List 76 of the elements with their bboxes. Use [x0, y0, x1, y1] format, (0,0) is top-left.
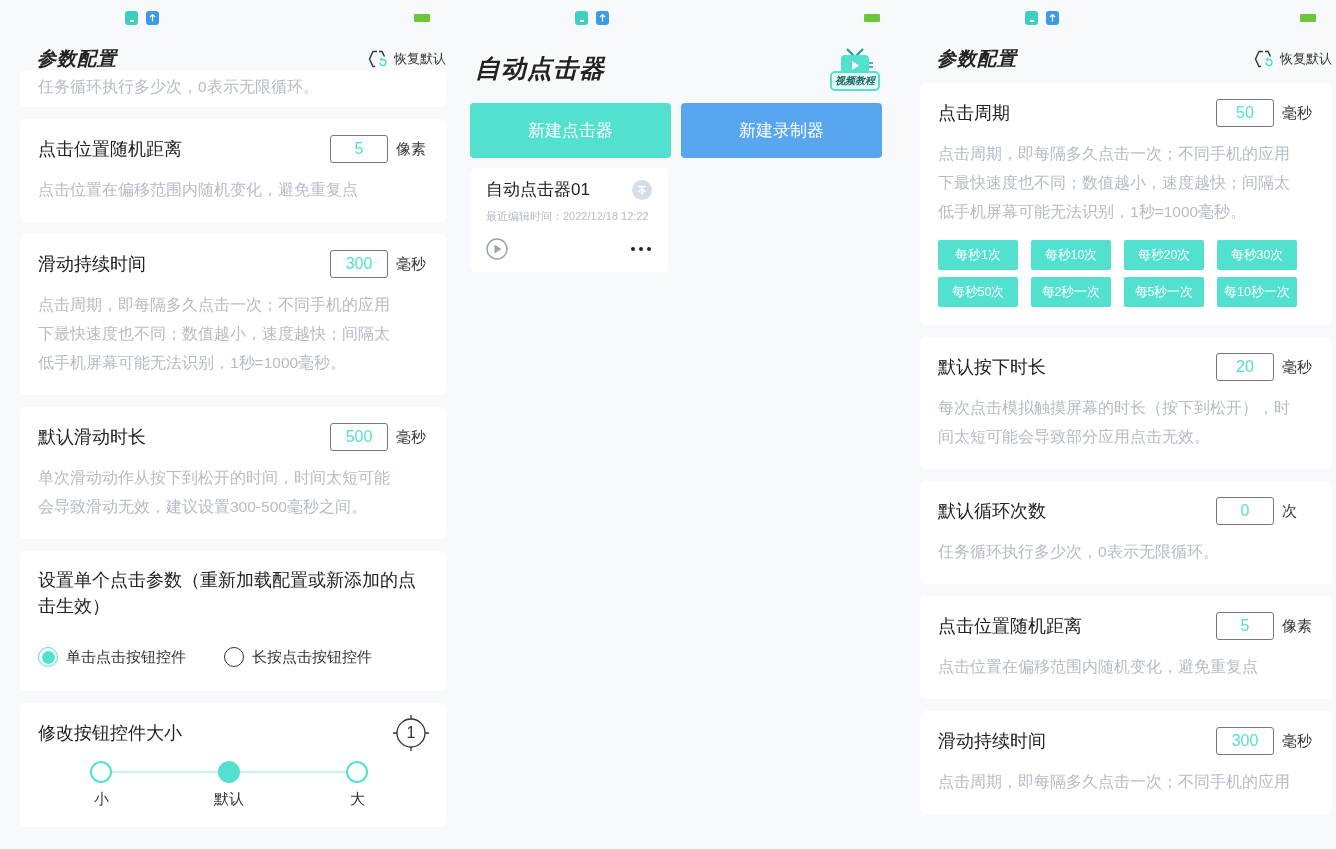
- video-tutorial-logo[interactable]: 视频教程: [830, 47, 880, 91]
- unit-label: 毫秒: [396, 427, 427, 447]
- unit-label: 毫秒: [1282, 357, 1313, 377]
- battery-icon: [414, 13, 430, 22]
- setting-description: 点击位置在偏移范围内随机变化，避免重复点: [38, 180, 359, 200]
- setting-description: 单次滑动动作从按下到松开的时间，时间太短可能会导致滑动无效，建议设置300-500毫秒之间。: [38, 468, 391, 517]
- number-field[interactable]: 50: [1216, 99, 1274, 127]
- size-option[interactable]: [346, 761, 368, 783]
- number-field[interactable]: 5: [1216, 612, 1274, 640]
- setting-description: 点击周期，即每隔多久点击一次；不同手机的应用: [938, 772, 1291, 792]
- number-field[interactable]: 300: [1216, 727, 1274, 755]
- page-title: 参数配置: [36, 47, 117, 71]
- size-label: 大: [349, 790, 365, 809]
- page-title: 参数配置: [936, 47, 1017, 71]
- setting-description: 点击周期，即每隔多久点击一次；不同手机的应用下最快速度也不同；数值越小，速度越快；间隔太低手机屏幕可能无法识别，1秒=1000毫秒。: [938, 144, 1291, 222]
- setting-label: 滑动持续时间: [938, 730, 1047, 753]
- setting-label: 默认按下时长: [938, 356, 1047, 379]
- page-title: 自动点击器: [474, 52, 605, 84]
- number-field[interactable]: 5: [330, 135, 388, 163]
- number-field[interactable]: 500: [330, 423, 388, 451]
- unit-label: 毫秒: [1282, 731, 1313, 751]
- radio-label: 单击点击按钮控件: [66, 647, 186, 667]
- setting-label: 滑动持续时间: [38, 253, 147, 276]
- setting-description: 点击位置在偏移范围内随机变化，避免重复点: [938, 657, 1259, 677]
- setting-description: 每次点击模拟触摸屏幕的时长（按下到松开），时间太短可能会导致部分应用点击无效。: [938, 398, 1291, 447]
- size-option[interactable]: [218, 761, 240, 783]
- refresh-icon: [368, 50, 388, 68]
- preset-button[interactable]: 每5秒一次: [1124, 277, 1204, 307]
- setting-label: 点击位置随机距离: [38, 138, 183, 161]
- upload-icon: [146, 10, 159, 25]
- setting-label: 点击位置随机距离: [938, 615, 1083, 638]
- setting-label: 默认循环次数: [938, 500, 1047, 523]
- number-field[interactable]: 20: [1216, 353, 1274, 381]
- clicker-card[interactable]: 自动点击器01 最近编辑时间：2022/12/18 12:22: [470, 168, 668, 272]
- setting-description: 点击周期，即每隔多久点击一次；不同手机的应用下最快速度也不同；数值越小，速度越快；间隔太低手机屏幕可能无法识别，1秒=1000毫秒。: [38, 295, 391, 373]
- battery-icon: [864, 13, 880, 22]
- setting-description: 任务循环执行多少次，0表示无限循环。: [38, 77, 320, 97]
- radio-label: 长按点击按钮控件: [252, 647, 372, 667]
- play-icon[interactable]: [486, 238, 508, 260]
- reset-button[interactable]: 恢复默认: [1254, 50, 1332, 68]
- preset-button[interactable]: 每秒50次: [938, 277, 1018, 307]
- pin-top-icon[interactable]: [632, 179, 652, 200]
- preset-button[interactable]: 每秒20次: [1124, 240, 1204, 270]
- preset-button[interactable]: 每10秒一次: [1217, 277, 1297, 307]
- setting-label: 点击周期: [938, 102, 1011, 125]
- app-icon: [575, 10, 588, 25]
- setting-label: 修改按钮控件大小: [38, 722, 183, 745]
- edit-time: 最近编辑时间：2022/12/18 12:22: [486, 209, 650, 224]
- unit-label: 毫秒: [1282, 103, 1313, 123]
- setting-label: 设置单个点击参数（重新加载配置或新添加的点击生效）: [38, 569, 417, 618]
- preset-button[interactable]: 每秒10次: [1031, 240, 1111, 270]
- upload-icon: [1046, 10, 1059, 25]
- number-field[interactable]: 300: [330, 250, 388, 278]
- refresh-icon: [1254, 50, 1274, 68]
- new-button[interactable]: 新建录制器: [681, 103, 882, 158]
- unit-label: 次: [1282, 501, 1298, 521]
- setting-description: 任务循环执行多少次，0表示无限循环。: [938, 542, 1220, 562]
- battery-icon: [1300, 13, 1316, 22]
- app-icon: [125, 10, 138, 25]
- app-icon: [1025, 10, 1038, 25]
- more-icon[interactable]: [630, 246, 652, 252]
- new-button[interactable]: 新建点击器: [470, 103, 671, 158]
- preset-button[interactable]: 每秒30次: [1217, 240, 1297, 270]
- number-field[interactable]: 0: [1216, 497, 1274, 525]
- upload-icon: [596, 10, 609, 25]
- clicker-name: 自动点击器01: [486, 179, 590, 201]
- size-label: 小: [93, 790, 109, 809]
- unit-label: 毫秒: [396, 254, 427, 274]
- size-label: 默认: [214, 790, 244, 809]
- preset-button[interactable]: 每秒1次: [938, 240, 1018, 270]
- unit-label: 像素: [1282, 616, 1313, 636]
- setting-label: 默认滑动时长: [38, 426, 147, 449]
- unit-label: 像素: [396, 139, 427, 159]
- size-option[interactable]: [90, 761, 112, 783]
- preset-button[interactable]: 每2秒一次: [1031, 277, 1111, 307]
- reset-button[interactable]: 恢复默认: [368, 50, 446, 68]
